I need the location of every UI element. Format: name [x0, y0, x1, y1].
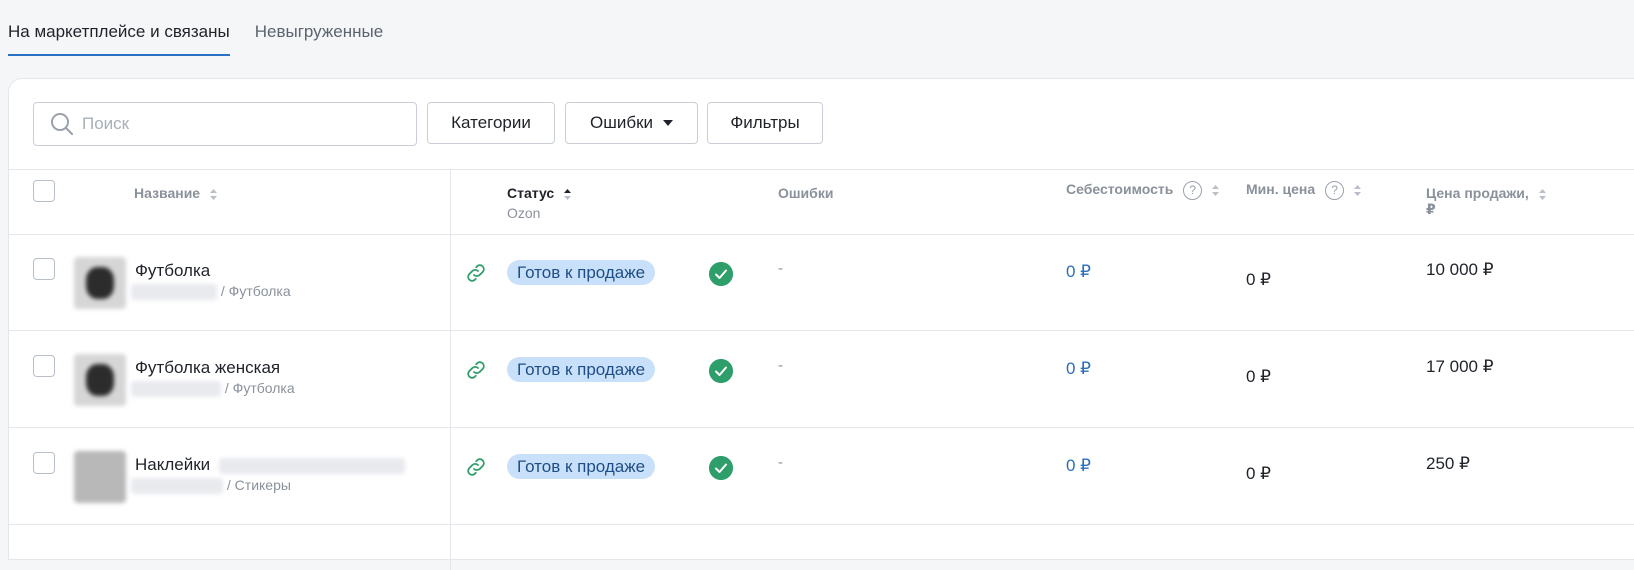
- check-circle-icon: [709, 359, 733, 383]
- status-badge: Готов к продаже: [507, 357, 656, 382]
- sort-asc-icon: [564, 188, 572, 200]
- product-name[interactable]: Футболка: [135, 261, 210, 281]
- column-sale-price-label: Цена продажи,: [1426, 185, 1529, 201]
- cost-value[interactable]: 0 ₽: [1066, 456, 1091, 476]
- sort-icon: [1212, 185, 1220, 196]
- column-status[interactable]: Статус Ozon: [507, 185, 572, 221]
- min-price-value: 0 ₽: [1246, 464, 1271, 483]
- sort-icon: [1538, 188, 1546, 200]
- table-header: Название Статус Ozon Ошибки Себестоимост…: [9, 169, 1634, 235]
- min-price-value: 0 ₽: [1246, 367, 1271, 386]
- row-checkbox[interactable]: [33, 258, 55, 280]
- product-category: / Стикеры: [131, 477, 291, 495]
- product-name[interactable]: Наклейки: [135, 455, 405, 475]
- column-errors: Ошибки: [778, 185, 833, 201]
- product-category-label: / Футболка: [224, 380, 295, 396]
- column-status-marketplace: Ozon: [507, 205, 541, 221]
- errors-dropdown[interactable]: Ошибки: [565, 102, 698, 144]
- sort-icon: [209, 188, 217, 200]
- tab-not-uploaded[interactable]: Невыгруженные: [255, 0, 383, 54]
- product-name[interactable]: Футболка женская: [135, 358, 280, 378]
- products-card: Категории Ошибки Фильтры Название Статус…: [8, 78, 1634, 570]
- search-icon: [51, 113, 73, 135]
- product-category-label: / Футболка: [220, 283, 291, 299]
- status-badge: Готов к продаже: [507, 260, 656, 285]
- table-row: Футболка / Футболка Готов к продаже - 0 …: [9, 234, 1634, 331]
- min-price-value: 0 ₽: [1246, 270, 1271, 289]
- errors-value: -: [778, 454, 783, 471]
- tabs-bar: На маркетплейсе и связаны Невыгруженные: [8, 0, 408, 56]
- errors-value: -: [778, 260, 783, 277]
- check-circle-icon: [709, 456, 733, 480]
- sale-price-value: 10 000 ₽: [1426, 260, 1494, 279]
- product-thumbnail: [74, 451, 126, 503]
- check-circle-icon: [709, 262, 733, 286]
- filters-button[interactable]: Фильтры: [707, 102, 823, 144]
- product-thumbnail: [74, 257, 126, 309]
- caret-down-icon: [663, 120, 674, 126]
- product-category-label: / Стикеры: [226, 477, 291, 493]
- cost-value[interactable]: 0 ₽: [1066, 262, 1091, 282]
- column-name[interactable]: Название: [134, 185, 217, 201]
- sort-icon: [1353, 185, 1361, 196]
- help-icon[interactable]: ?: [1325, 181, 1345, 200]
- select-all-checkbox[interactable]: [33, 180, 55, 202]
- row-checkbox[interactable]: [33, 452, 55, 474]
- errors-value: -: [778, 357, 783, 374]
- column-min-price-label: Мин. цена: [1246, 181, 1316, 198]
- product-thumbnail: [74, 354, 126, 406]
- link-icon[interactable]: [464, 455, 488, 479]
- column-sale-price-unit: ₽: [1426, 201, 1436, 217]
- column-status-label: Статус: [507, 185, 555, 201]
- categories-button-label: Категории: [451, 113, 531, 132]
- product-category: / Футболка: [131, 283, 291, 301]
- search-input[interactable]: [82, 111, 402, 137]
- column-errors-label: Ошибки: [778, 185, 834, 201]
- link-icon[interactable]: [464, 261, 488, 285]
- sale-price-value: 17 000 ₽: [1426, 357, 1494, 376]
- status-badge: Готов к продаже: [507, 454, 656, 479]
- table-row: Наклейки / Стикеры Готов к продаже - 0 ₽…: [9, 428, 1634, 525]
- column-cost-label: Себестоимость: [1066, 181, 1174, 198]
- errors-dropdown-label: Ошибки: [589, 113, 654, 132]
- help-icon[interactable]: ?: [1183, 181, 1203, 200]
- column-sale-price[interactable]: Цена продажи, ₽: [1426, 185, 1556, 218]
- column-name-label: Название: [134, 185, 201, 201]
- cost-value[interactable]: 0 ₽: [1066, 359, 1091, 379]
- column-cost[interactable]: Себестоимость ?: [1066, 181, 1220, 200]
- search-box[interactable]: [33, 102, 417, 146]
- product-category: / Футболка: [131, 380, 295, 398]
- table-row: Футболка женская / Футболка Готов к прод…: [9, 331, 1634, 428]
- link-icon[interactable]: [464, 358, 488, 382]
- product-name-label: Наклейки: [135, 455, 211, 474]
- tab-on-marketplace[interactable]: На маркетплейсе и связаны: [8, 0, 230, 56]
- row-checkbox[interactable]: [33, 355, 55, 377]
- categories-button[interactable]: Категории: [427, 102, 555, 144]
- filters-button-label: Фильтры: [730, 113, 800, 132]
- column-min-price[interactable]: Мин. цена ?: [1246, 181, 1361, 200]
- sale-price-value: 250 ₽: [1426, 454, 1470, 473]
